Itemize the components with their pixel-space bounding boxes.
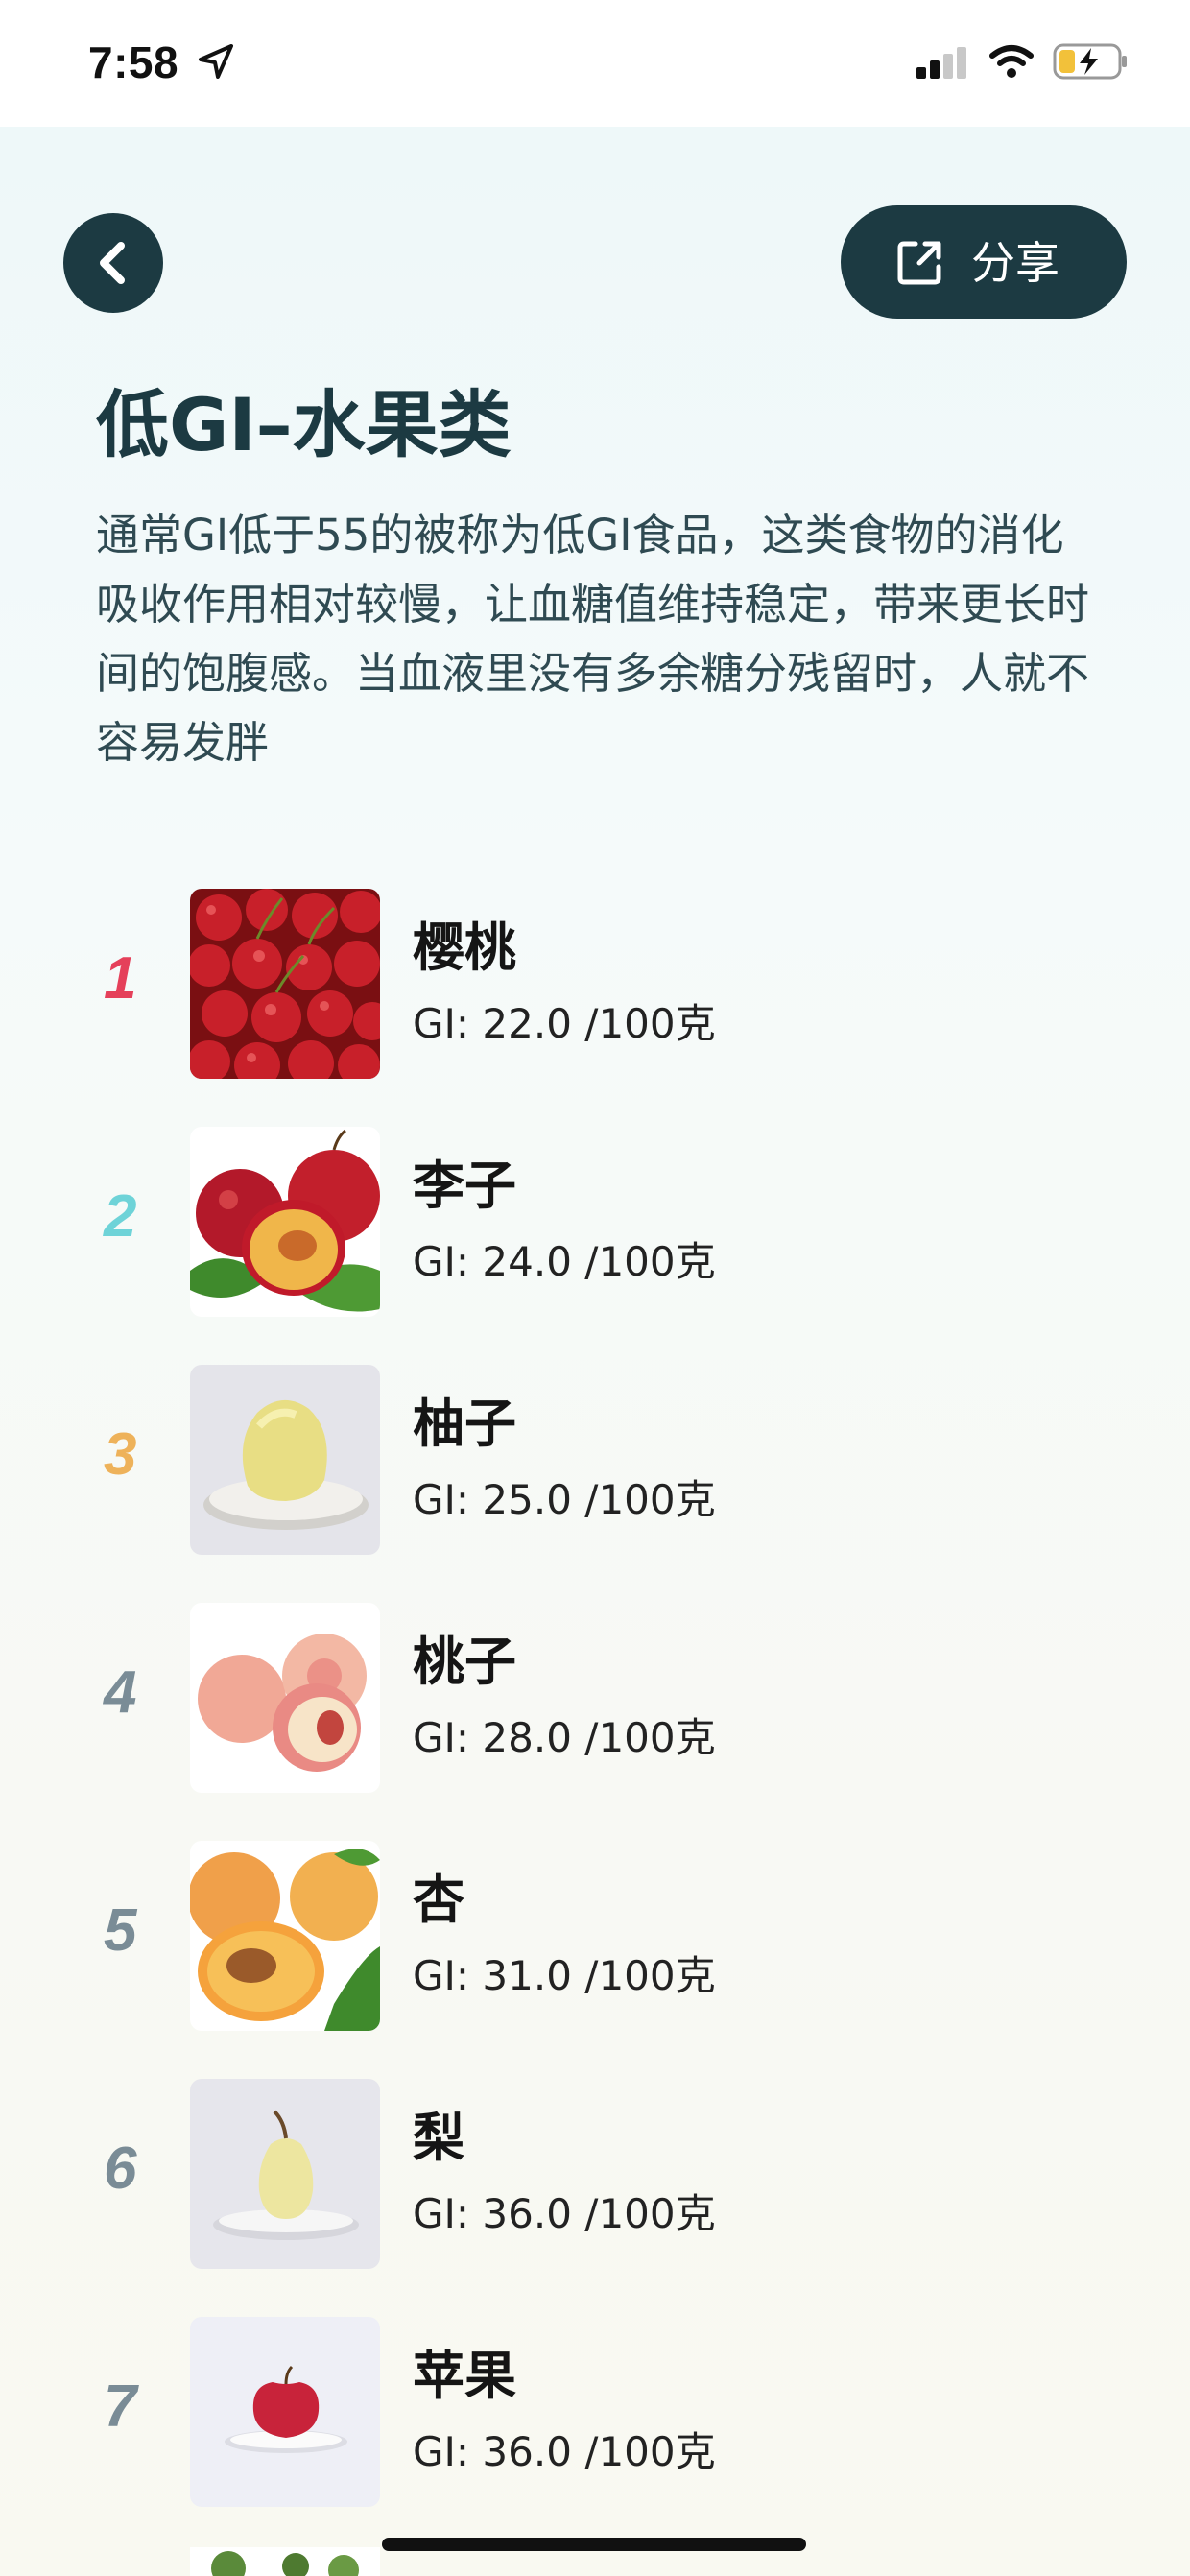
list-item[interactable]: 4 桃子 GI: 28.0 /100克 bbox=[0, 1597, 1190, 1793]
food-image-pomelo bbox=[190, 1365, 380, 1555]
page-description: 通常GI低于55的被称为低GI食品，这类食物的消化吸收作用相对较慢，让血糖值维持… bbox=[96, 510, 1090, 768]
list-item[interactable]: 5 杏 GI: 31.0 /100克 bbox=[0, 1835, 1190, 2031]
food-gi-value: GI: 28.0 /100克 bbox=[413, 1714, 716, 1761]
back-button[interactable] bbox=[63, 213, 163, 313]
external-link-icon bbox=[897, 241, 941, 285]
food-gi-value: GI: 31.0 /100克 bbox=[413, 1952, 716, 1999]
food-gi-value: GI: 36.0 /100克 bbox=[413, 2428, 716, 2475]
food-image-cherries bbox=[190, 889, 380, 1079]
food-name: 李子 bbox=[413, 1156, 516, 1216]
wifi-icon bbox=[989, 45, 1034, 78]
list-item[interactable]: 2 李子 GI: 24.0 /100克 bbox=[0, 1121, 1190, 1317]
food-name: 桃子 bbox=[413, 1632, 516, 1692]
rank-number: 6 bbox=[104, 2135, 137, 2202]
food-name: 苹果 bbox=[413, 2346, 516, 2406]
list-item[interactable]: 6 梨 GI: 36.0 /100克 bbox=[0, 2073, 1190, 2269]
list-item[interactable]: 1 樱桃 GI: 22.0 /100克 bbox=[0, 883, 1190, 1079]
food-image-plums bbox=[190, 1127, 380, 1317]
food-name: 杏 bbox=[413, 1870, 464, 1930]
status-time: 7:58 bbox=[88, 37, 179, 87]
food-gi-value: GI: 22.0 /100克 bbox=[413, 1000, 716, 1047]
location-arrow-icon bbox=[199, 44, 233, 79]
home-indicator bbox=[382, 2538, 806, 2551]
rank-number: 3 bbox=[104, 1421, 137, 1488]
signal-icon bbox=[916, 47, 966, 79]
food-name: 梨 bbox=[413, 2108, 464, 2168]
food-name: 柚子 bbox=[413, 1394, 516, 1454]
share-button[interactable]: 分享 bbox=[841, 205, 1127, 319]
next-item-image-peek bbox=[190, 2547, 380, 2576]
chevron-left-icon bbox=[100, 242, 125, 284]
food-gi-value: GI: 24.0 /100克 bbox=[413, 1238, 716, 1285]
rank-number: 1 bbox=[104, 945, 137, 1012]
food-image-peaches bbox=[190, 1603, 380, 1793]
food-image-pear bbox=[190, 2079, 380, 2269]
food-image-apple bbox=[190, 2317, 380, 2507]
share-label: 分享 bbox=[971, 237, 1059, 289]
status-bar: 7:58 bbox=[0, 0, 1190, 127]
food-gi-value: GI: 25.0 /100克 bbox=[413, 1476, 716, 1523]
food-gi-value: GI: 36.0 /100克 bbox=[413, 2190, 716, 2237]
rank-number: 2 bbox=[104, 1183, 137, 1250]
rank-number: 5 bbox=[104, 1897, 137, 1964]
list-item[interactable]: 7 苹果 GI: 36.0 /100克 bbox=[0, 2311, 1190, 2507]
page-title: 低GI–水果类 bbox=[96, 382, 512, 467]
battery-charging-icon bbox=[1053, 43, 1127, 80]
rank-number: 7 bbox=[104, 2373, 137, 2440]
list-item[interactable]: 3 柚子 GI: 25.0 /100克 bbox=[0, 1359, 1190, 1555]
rank-number: 4 bbox=[104, 1659, 137, 1726]
food-name: 樱桃 bbox=[413, 918, 516, 978]
food-image-apricots bbox=[190, 1841, 380, 2031]
